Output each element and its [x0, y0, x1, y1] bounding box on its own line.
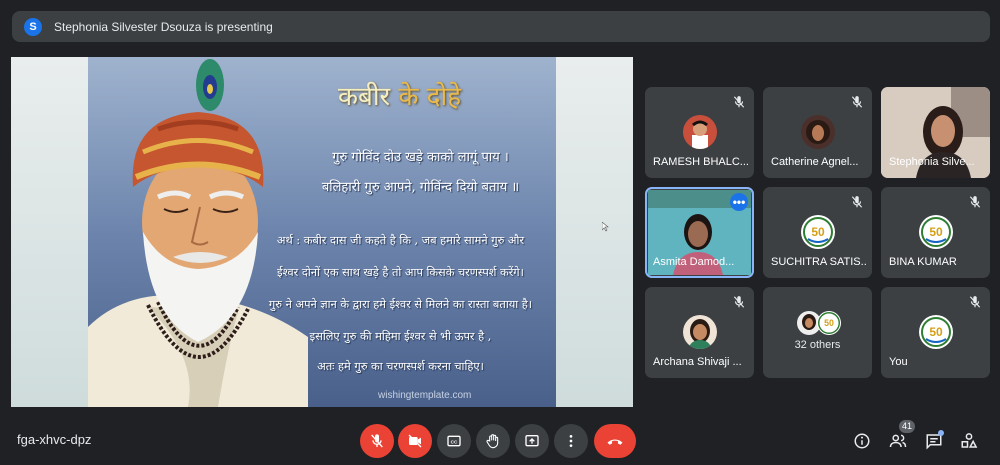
captions-button[interactable]: CC — [437, 424, 471, 458]
anniversary-badge-logo: 50 — [919, 215, 953, 249]
mouse-cursor-icon — [602, 222, 609, 232]
present-icon — [525, 435, 539, 447]
participant-name: Stephonia Silve... — [889, 156, 975, 168]
info-icon — [854, 433, 870, 449]
participant-tile-active[interactable]: ••• Asmita Damod... — [645, 187, 754, 278]
camera-off-icon — [408, 434, 422, 448]
anniversary-badge-logo: 50 — [919, 315, 953, 349]
people-count-badge: 41 — [899, 420, 915, 433]
participant-name: RAMESH BHALC... — [653, 156, 748, 168]
end-call-button[interactable] — [594, 424, 636, 458]
chat-notification-dot — [938, 430, 944, 436]
mic-off-icon — [733, 96, 745, 108]
meaning-line: अर्थ : कबीर दास जी कहते है कि , जब हमारे… — [276, 234, 525, 247]
raise-hand-icon — [486, 434, 499, 449]
participant-tile[interactable]: Stephonia Silve... — [881, 87, 990, 178]
participant-tile-self[interactable]: 50 You — [881, 287, 990, 378]
participant-name: You — [889, 356, 908, 368]
more-options-icon — [569, 435, 573, 447]
participant-tile[interactable]: Catherine Agnel... — [763, 87, 872, 178]
raise-hand-button[interactable] — [476, 424, 510, 458]
svg-text:CC: CC — [451, 439, 458, 444]
participant-name: BINA KUMAR — [889, 256, 957, 268]
mic-off-icon — [969, 196, 981, 208]
participant-tile[interactable]: 50 BINA KUMAR — [881, 187, 990, 278]
presenting-banner: S Stephonia Silvester Dsouza is presenti… — [12, 11, 990, 42]
mic-off-icon — [851, 196, 863, 208]
slide: कबीर के दोहे गुरु गोविंद दोउ खड़े काको ल… — [88, 57, 556, 407]
mic-off-icon — [371, 434, 383, 448]
mic-off-icon — [733, 296, 745, 308]
mic-off-icon — [851, 96, 863, 108]
participant-name: Catherine Agnel... — [771, 156, 859, 168]
people-icon — [889, 434, 907, 448]
meaning-line: गुरु ने अपने ज्ञान के द्वारा हमे ईश्वर स… — [268, 298, 533, 311]
others-count: 32 others — [794, 339, 841, 351]
svg-text:50: 50 — [929, 325, 943, 339]
meaning-line: ईश्वर दोनों एक साथ खड़े है तो आप किसके च… — [277, 266, 524, 279]
participant-tile[interactable]: 50 SUCHITRA SATIS... — [763, 187, 872, 278]
avatar — [683, 315, 717, 349]
svg-text:50: 50 — [824, 318, 834, 328]
participant-name: Asmita Damod... — [653, 256, 735, 268]
end-call-icon — [607, 439, 623, 445]
meeting-details-button[interactable] — [851, 430, 873, 452]
participant-tile[interactable]: RAMESH BHALC... — [645, 87, 754, 178]
people-button[interactable] — [887, 430, 909, 452]
camera-toggle-button[interactable] — [398, 424, 432, 458]
captions-icon: CC — [447, 435, 461, 447]
svg-text:50: 50 — [811, 225, 825, 239]
mic-toggle-button[interactable] — [360, 424, 394, 458]
others-tile[interactable]: 50 32 others — [763, 287, 872, 378]
couplet-line-2: बलिहारी गुरु आपने, गोविंन्द दियो बताय ॥ — [321, 180, 520, 195]
presenter-avatar: S — [24, 17, 42, 36]
participant-tile[interactable]: Archana Shivaji ... — [645, 287, 754, 378]
participant-name: SUCHITRA SATIS... — [771, 256, 866, 268]
present-screen-button[interactable] — [515, 424, 549, 458]
anniversary-badge-logo: 50 — [817, 311, 841, 335]
activities-button[interactable] — [958, 430, 980, 452]
watermark: wishingtemplate.com — [378, 390, 472, 401]
meeting-code: fga-xhvc-dpz — [17, 432, 92, 447]
svg-text:50: 50 — [929, 225, 943, 239]
participant-name: Archana Shivaji ... — [653, 356, 742, 368]
avatar — [683, 115, 717, 149]
meaning-line: अतः हमे गुरु का चरणस्पर्श करना चाहिए। — [317, 360, 484, 373]
avatar — [801, 115, 835, 149]
kabir-illustration — [88, 59, 308, 407]
presenting-text: Stephonia Silvester Dsouza is presenting — [54, 19, 273, 34]
meaning-line: इसलिए गुरु की महिमा ईश्वर से भी ऊपर है , — [309, 330, 492, 343]
slide-title: कबीर के दोहे — [338, 82, 462, 112]
presentation-area[interactable]: कबीर के दोहे गुरु गोविंद दोउ खड़े काको ल… — [11, 57, 633, 407]
more-options-button[interactable] — [554, 424, 588, 458]
mic-off-icon — [969, 296, 981, 308]
couplet-line-1: गुरु गोविंद दोउ खड़े काको लागूं पाय । — [332, 150, 509, 165]
more-options-icon[interactable]: ••• — [730, 193, 748, 211]
anniversary-badge-logo: 50 — [801, 215, 835, 249]
activities-icon — [961, 433, 978, 448]
